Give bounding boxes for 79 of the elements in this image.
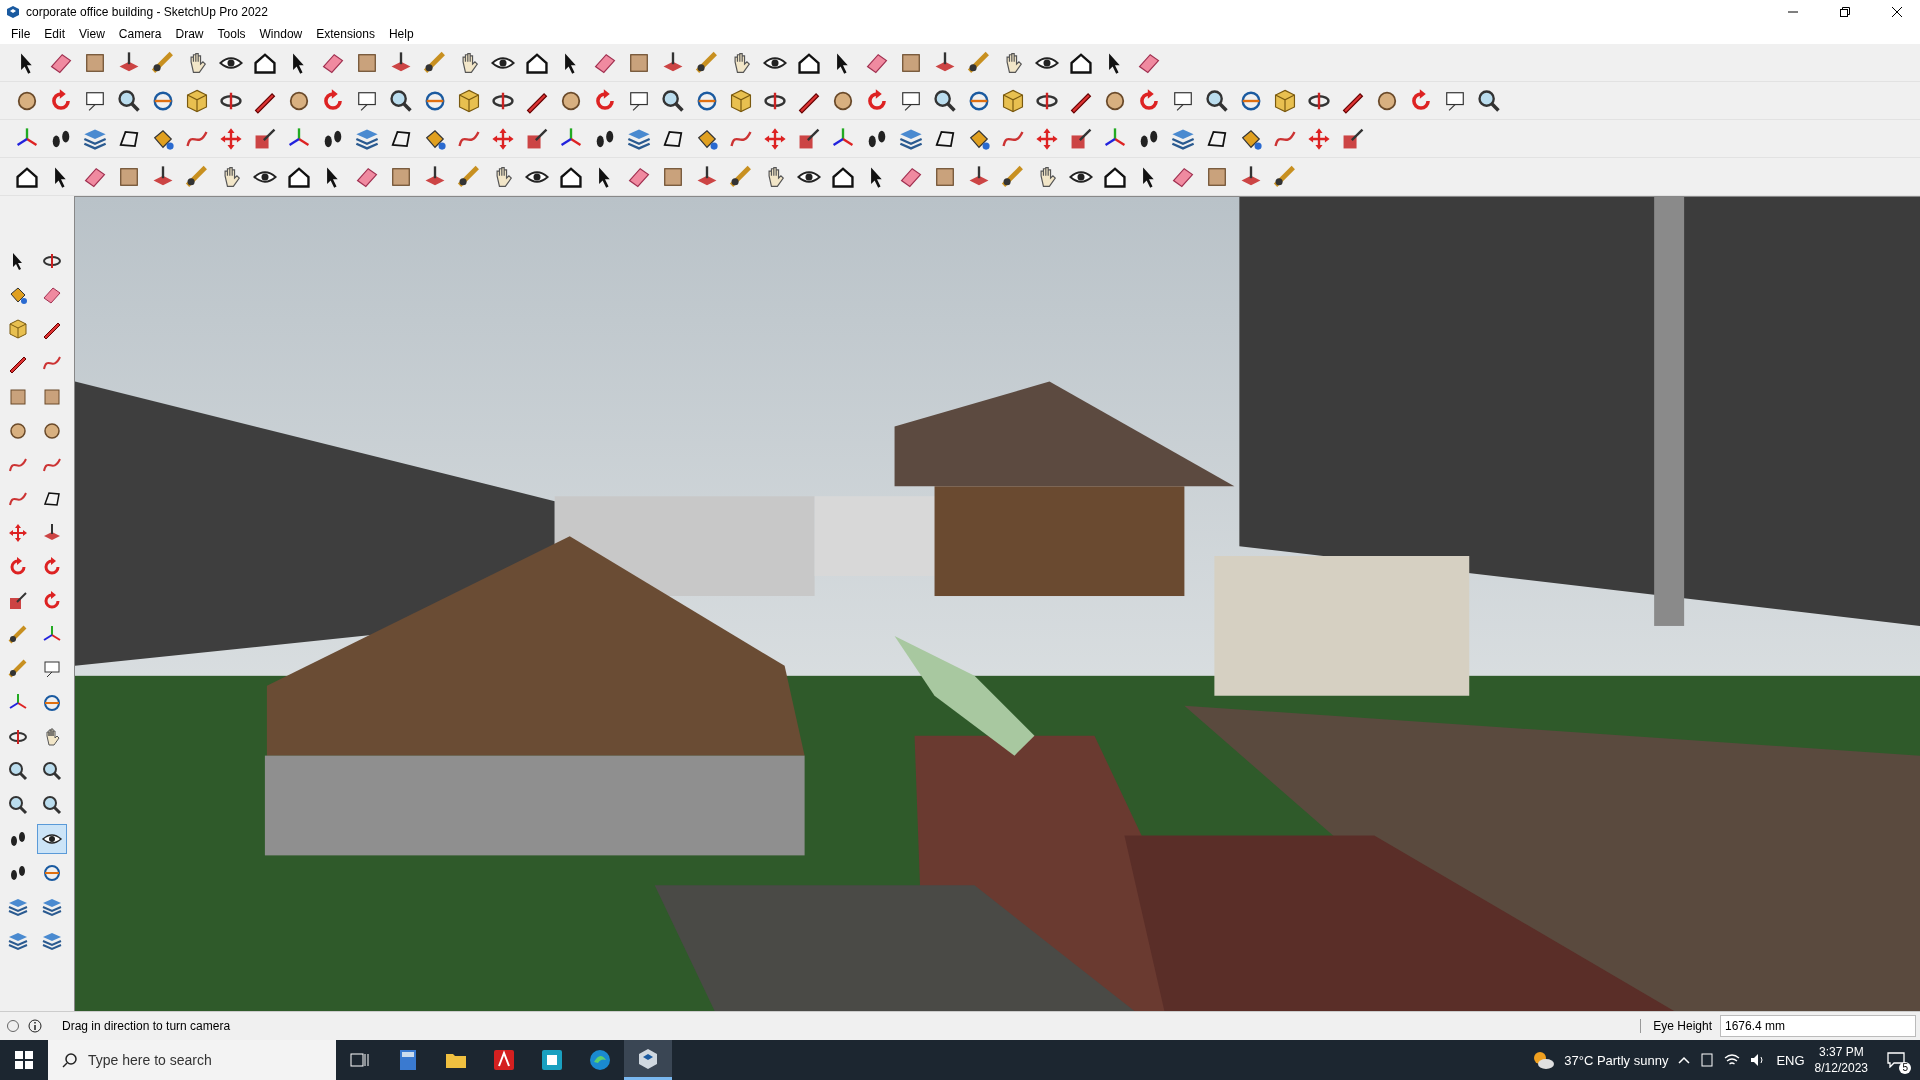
menu-item[interactable]: Window <box>252 27 310 41</box>
clock[interactable]: 3:37 PM 8/12/2023 <box>1814 1044 1868 1076</box>
taskbar-app[interactable] <box>624 1040 672 1080</box>
menu-item[interactable]: Tools <box>210 27 253 41</box>
menu-item[interactable]: File <box>4 27 38 41</box>
cube-icon[interactable] <box>184 87 210 114</box>
tape-measure-icon[interactable] <box>184 163 210 190</box>
tool-button[interactable] <box>37 824 67 854</box>
cube-icon[interactable] <box>1272 87 1298 114</box>
browser-swirl-icon <box>589 1049 611 1071</box>
chevron-up-icon[interactable] <box>1678 1056 1691 1064</box>
restore-icon <box>1840 7 1850 17</box>
language-indicator[interactable]: ENG <box>1776 1052 1805 1068</box>
zoom-icon[interactable] <box>932 87 958 114</box>
rectangle-icon <box>41 386 63 408</box>
wifi-icon[interactable] <box>1724 1053 1741 1067</box>
cube-icon[interactable] <box>728 87 754 114</box>
weather-text[interactable]: 37°C Partly sunny <box>1564 1052 1669 1068</box>
task-view-icon <box>350 1051 370 1069</box>
chat-bubble-icon <box>1887 1052 1905 1068</box>
zoom-icon <box>41 794 63 816</box>
zoom-icon[interactable] <box>388 87 414 114</box>
circle-icon[interactable] <box>6 1019 20 1033</box>
tape-measure-icon[interactable] <box>150 49 176 76</box>
app-logo-icon <box>637 1047 659 1070</box>
menu-item[interactable]: Help <box>381 27 421 41</box>
tape-measure-icon[interactable] <box>456 163 482 190</box>
section-plane-icon <box>41 862 63 884</box>
rectangle-icon <box>7 386 29 408</box>
tape-measure-icon[interactable] <box>728 163 754 190</box>
menu-item[interactable]: Camera <box>111 27 169 41</box>
menu-item[interactable]: View <box>72 27 112 41</box>
zoom-icon[interactable] <box>660 87 686 114</box>
tape-measure-icon[interactable] <box>422 49 448 76</box>
cube-icon <box>7 318 29 340</box>
info-icon[interactable] <box>28 1019 42 1033</box>
app-tile-icon <box>541 1049 563 1071</box>
cube-icon[interactable] <box>456 87 482 114</box>
close-icon <box>1892 7 1902 17</box>
notifications-button[interactable]: 5 <box>1878 1040 1914 1080</box>
circle-icon <box>41 420 63 442</box>
pdf-app-icon <box>493 1049 515 1071</box>
layers-icon <box>41 896 63 918</box>
tape-measure-icon <box>7 624 29 646</box>
zoom-icon <box>7 794 29 816</box>
eye-height-label: Eye Height <box>1640 1019 1712 1033</box>
circle-icon <box>7 420 29 442</box>
device-icon[interactable] <box>1700 1053 1715 1067</box>
search-field[interactable]: Type here to search <box>48 1040 336 1080</box>
tape-measure-icon[interactable] <box>966 49 992 76</box>
windows-logo-icon <box>15 1051 33 1069</box>
zoom-icon <box>41 760 63 782</box>
cube-icon[interactable] <box>1000 87 1026 114</box>
status-message: Drag in direction to turn camera <box>61 1019 232 1033</box>
weather-sun-cloud-icon <box>1532 1050 1555 1070</box>
tape-measure-icon <box>7 658 29 680</box>
move-arrows-icon <box>7 522 29 544</box>
menu-item[interactable]: Extensions <box>309 27 382 41</box>
folder-icon <box>445 1051 467 1069</box>
eye-height-field[interactable]: 1676.4 mm <box>1720 1015 1916 1037</box>
scale-icon <box>7 590 29 612</box>
layers-icon <box>7 930 29 952</box>
notification-count: 5 <box>1899 1062 1911 1074</box>
tape-measure-icon[interactable] <box>694 49 720 76</box>
calculator-icon <box>398 1049 418 1071</box>
layers-icon <box>7 896 29 918</box>
zoom-icon[interactable] <box>1204 87 1230 114</box>
section-plane-icon <box>41 692 63 714</box>
zoom-icon <box>7 760 29 782</box>
zoom-icon[interactable] <box>116 87 142 114</box>
layers-icon <box>41 930 63 952</box>
app-logo-icon <box>6 5 20 19</box>
tape-measure-icon[interactable] <box>1000 163 1026 190</box>
tape-measure-icon[interactable] <box>1272 163 1298 190</box>
zoom-icon[interactable] <box>1476 87 1502 114</box>
text-label-icon <box>41 658 63 680</box>
menu-item[interactable]: Draw <box>168 27 211 41</box>
window-title: corporate office building - SketchUp Pro 2022 <box>26 5 269 19</box>
menu-item[interactable]: Edit <box>37 27 73 41</box>
